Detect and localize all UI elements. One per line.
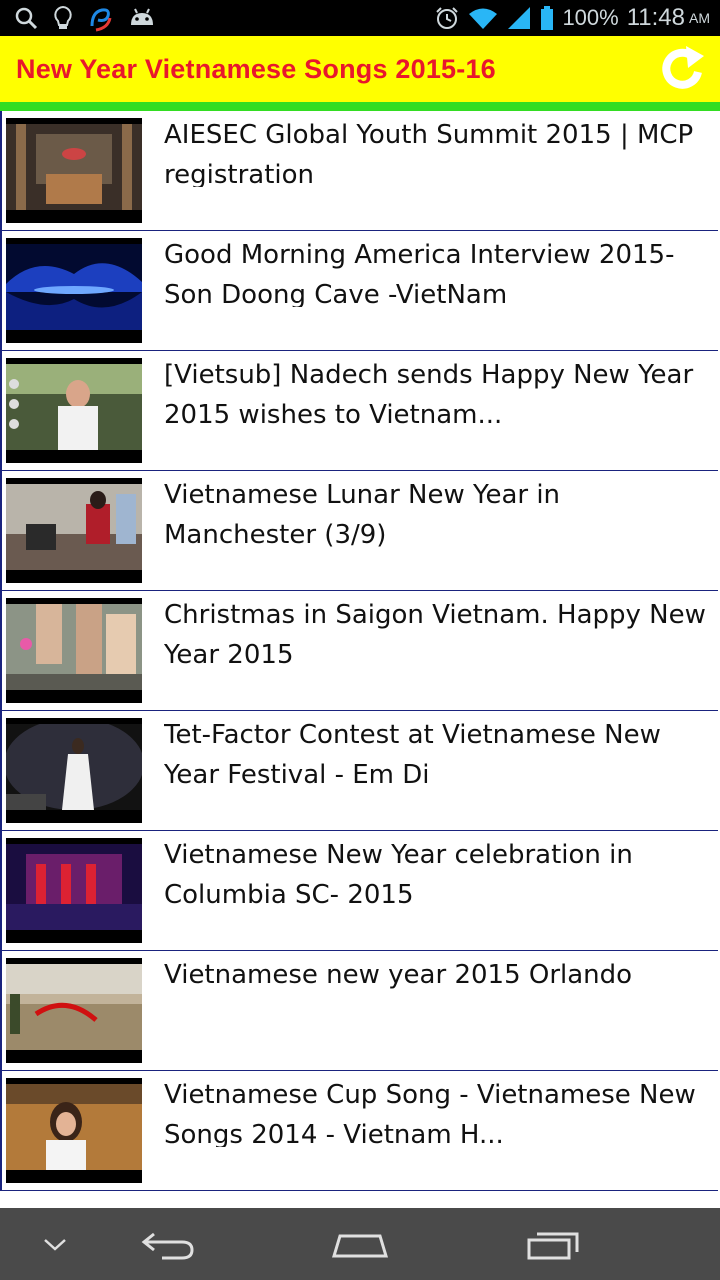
app-bar: New Year Vietnamese Songs 2015-16	[0, 36, 720, 102]
app-bar-divider	[0, 102, 720, 111]
video-title: Vietnamese New Year celebration in Colum…	[164, 840, 633, 907]
video-title: [Vietsub] Nadech sends Happy New Year 20…	[164, 360, 694, 427]
video-list[interactable]: AIESEC Global Youth Summit 2015 | MCP re…	[0, 111, 720, 1208]
video-thumbnail	[6, 358, 142, 463]
video-title: Tet-Factor Contest at Vietnamese New Yea…	[164, 720, 661, 787]
battery-icon	[541, 6, 554, 30]
search-icon	[15, 7, 38, 30]
battery-percent: 100%	[562, 5, 619, 30]
alarm-icon	[436, 7, 459, 29]
recent-apps-icon[interactable]	[525, 1226, 581, 1262]
hide-keyboard-icon[interactable]	[40, 1232, 70, 1256]
video-title: Vietnamese Lunar New Year in Manchester …	[164, 480, 561, 547]
video-thumbnail	[6, 238, 142, 343]
list-item[interactable]: Vietnamese new year 2015 Orlando	[0, 951, 718, 1071]
list-item[interactable]: [Vietsub] Nadech sends Happy New Year 20…	[0, 351, 718, 471]
clock-ampm: AM	[689, 10, 710, 26]
list-item[interactable]: Tet-Factor Contest at Vietnamese New Yea…	[0, 711, 718, 831]
android-icon	[131, 8, 153, 25]
list-item[interactable]: AIESEC Global Youth Summit 2015 | MCP re…	[0, 111, 718, 231]
video-title: Vietnamese Cup Song - Vietnamese New Son…	[164, 1080, 696, 1147]
refresh-icon[interactable]	[656, 42, 710, 96]
back-icon[interactable]	[140, 1226, 196, 1262]
home-icon[interactable]	[330, 1226, 390, 1262]
video-title: Christmas in Saigon Vietnam. Happy New Y…	[164, 600, 706, 667]
video-title: AIESEC Global Youth Summit 2015 | MCP re…	[164, 120, 694, 187]
lightbulb-icon	[54, 5, 72, 29]
app-logo-icon	[90, 8, 112, 32]
list-item[interactable]: Vietnamese Lunar New Year in Manchester …	[0, 471, 718, 591]
video-thumbnail	[6, 118, 142, 223]
navigation-bar	[0, 1208, 720, 1280]
signal-icon	[508, 7, 531, 29]
clock-time: 11:48	[626, 4, 685, 31]
video-thumbnail	[6, 478, 142, 583]
list-item[interactable]: Good Morning America Interview 2015-Son …	[0, 231, 718, 351]
wifi-icon	[469, 8, 498, 29]
app-title: New Year Vietnamese Songs 2015-16	[16, 54, 496, 84]
video-thumbnail	[6, 1078, 142, 1183]
video-title: Vietnamese new year 2015 Orlando	[164, 960, 633, 990]
list-item[interactable]: Christmas in Saigon Vietnam. Happy New Y…	[0, 591, 718, 711]
video-thumbnail	[6, 718, 142, 823]
video-thumbnail	[6, 838, 142, 943]
video-title: Good Morning America Interview 2015-Son …	[164, 240, 675, 307]
list-item[interactable]: Vietnamese Cup Song - Vietnamese New Son…	[0, 1071, 718, 1191]
video-thumbnail	[6, 958, 142, 1063]
status-bar: 100% 11:48 AM	[0, 0, 720, 36]
video-thumbnail	[6, 598, 142, 703]
list-item[interactable]: Vietnamese New Year celebration in Colum…	[0, 831, 718, 951]
